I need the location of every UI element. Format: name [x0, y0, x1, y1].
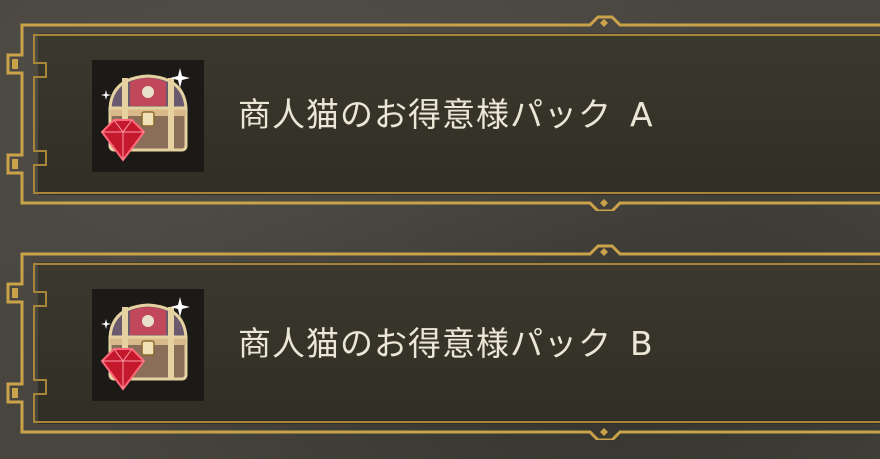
pack-name: 商人猫のお得意様パック	[238, 324, 612, 363]
pack-title: 商人猫のお得意様パック A	[238, 95, 654, 135]
pack-name: 商人猫のお得意様パック	[238, 95, 612, 134]
pack-card-b[interactable]: 商人猫のお得意様パック B	[0, 244, 880, 440]
pack-list: 商人猫のお得意様パック A 商人猫のお得意様パック B	[0, 0, 880, 459]
pack-variant: B	[630, 324, 654, 363]
pack-card-a[interactable]: 商人猫のお得意様パック A	[0, 15, 880, 211]
pack-variant: A	[630, 95, 654, 134]
treasure-chest-with-ruby-icon	[92, 289, 204, 401]
treasure-chest-with-ruby-icon	[92, 60, 204, 172]
pack-title: 商人猫のお得意様パック B	[238, 324, 654, 364]
